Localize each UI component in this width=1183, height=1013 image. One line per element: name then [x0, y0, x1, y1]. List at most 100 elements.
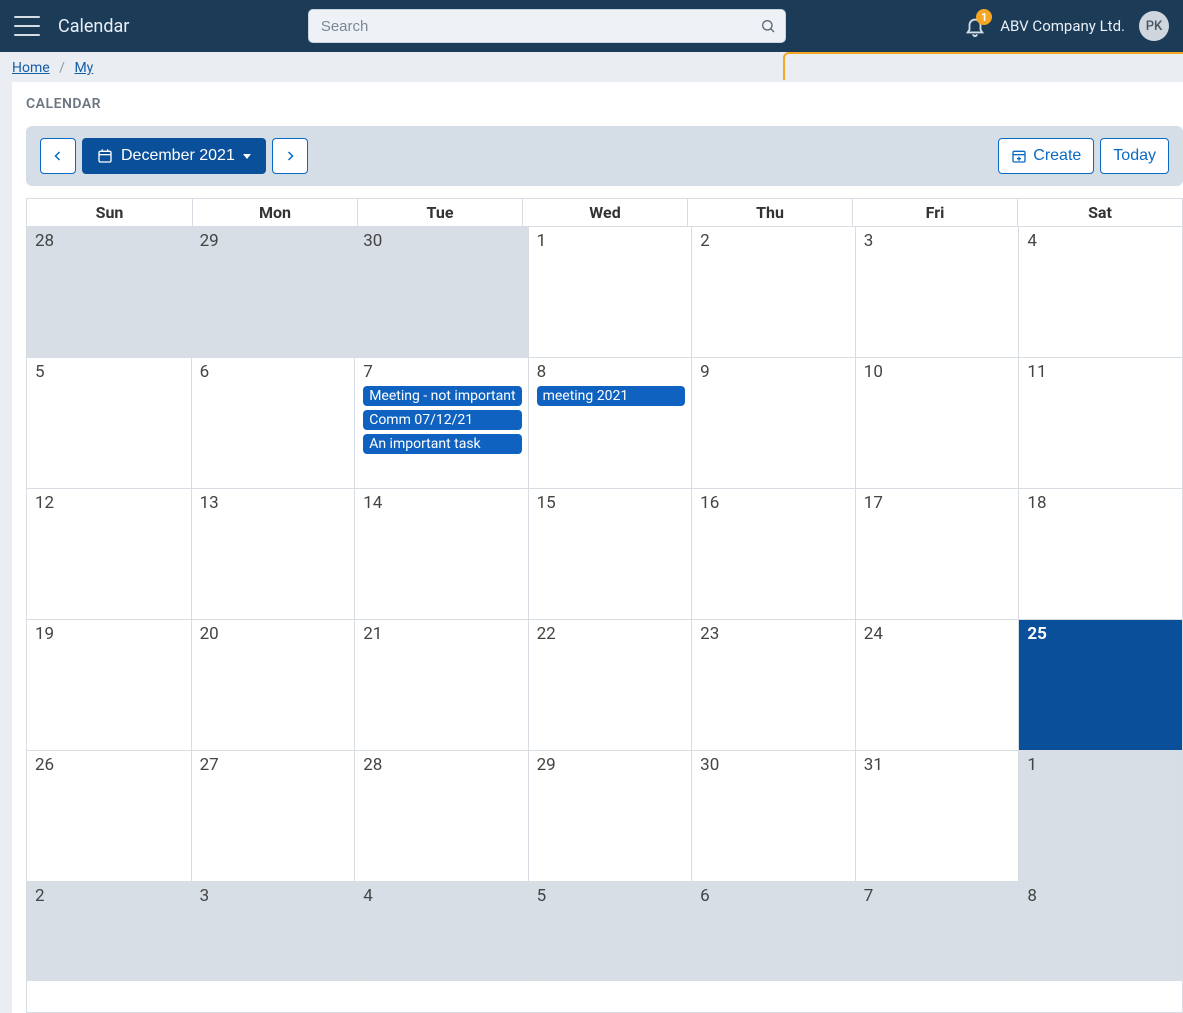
today-button[interactable]: Today [1100, 138, 1169, 174]
calendar-plus-icon [1011, 148, 1027, 164]
day-header: Fri [852, 199, 1017, 226]
page-title: CALENDAR [26, 96, 1183, 112]
calendar-day[interactable]: 5 [27, 357, 191, 488]
calendar-day[interactable]: 26 [27, 750, 191, 881]
calendar-day[interactable]: 25 [1018, 619, 1182, 750]
day-number: 2 [35, 886, 185, 906]
day-number: 27 [200, 755, 349, 775]
calendar-day[interactable]: 11 [1018, 357, 1182, 488]
calendar-day[interactable]: 20 [191, 619, 355, 750]
avatar[interactable]: PK [1139, 11, 1169, 41]
calendar-day[interactable]: 18 [1018, 488, 1182, 619]
day-header: Sat [1017, 199, 1182, 226]
next-button[interactable] [272, 138, 308, 174]
day-number: 16 [700, 493, 849, 513]
day-number: 9 [700, 362, 849, 382]
day-number: 5 [35, 362, 185, 382]
calendar-day[interactable]: 23 [691, 619, 855, 750]
day-number: 11 [1027, 362, 1176, 382]
day-number: 18 [1027, 493, 1176, 513]
calendar-day[interactable]: 29 [528, 750, 692, 881]
calendar-day[interactable]: 6 [191, 357, 355, 488]
company-name[interactable]: ABV Company Ltd. [1000, 17, 1125, 35]
calendar-day[interactable]: 15 [528, 488, 692, 619]
prev-button[interactable] [40, 138, 76, 174]
breadcrumb-home[interactable]: Home [12, 60, 50, 76]
calendar-day[interactable]: 21 [354, 619, 527, 750]
calendar-day[interactable]: 3 [191, 881, 355, 981]
calendar-day[interactable]: 19 [27, 619, 191, 750]
day-number: 8 [1027, 886, 1176, 906]
day-number: 6 [700, 886, 849, 906]
calendar-day[interactable]: 22 [528, 619, 692, 750]
search-icon[interactable] [760, 18, 776, 34]
menu-icon[interactable] [14, 16, 40, 36]
calendar-day[interactable]: 5 [528, 881, 692, 981]
today-label: Today [1113, 147, 1156, 165]
chevron-left-icon [52, 149, 64, 163]
day-number: 21 [363, 624, 521, 644]
calendar-day[interactable]: 7Meeting - not importantComm 07/12/21An … [354, 357, 527, 488]
calendar-day[interactable]: 2 [691, 226, 855, 357]
day-number: 6 [200, 362, 349, 382]
period-picker-button[interactable]: December 2021 [82, 138, 266, 174]
calendar-day[interactable]: 17 [855, 488, 1019, 619]
calendar-day[interactable]: 14 [354, 488, 527, 619]
calendar-day[interactable]: 16 [691, 488, 855, 619]
day-number: 30 [700, 755, 849, 775]
calendar-day[interactable]: 8meeting 2021 [528, 357, 692, 488]
day-header: Mon [192, 199, 357, 226]
calendar-day[interactable]: 4 [354, 881, 527, 981]
calendar-day[interactable]: 29 [191, 226, 355, 357]
calendar-event[interactable]: Meeting - not important [363, 386, 521, 406]
calendar-icon [97, 148, 113, 164]
day-number: 20 [200, 624, 349, 644]
calendar-day[interactable]: 3 [855, 226, 1019, 357]
day-number: 17 [864, 493, 1013, 513]
calendar-day[interactable]: 24 [855, 619, 1019, 750]
calendar-day[interactable]: 12 [27, 488, 191, 619]
app-title: Calendar [58, 16, 129, 37]
calendar-toolbar: December 2021 Create Today [26, 126, 1183, 186]
create-label: Create [1033, 147, 1081, 165]
calendar-day[interactable]: 6 [691, 881, 855, 981]
day-number: 2 [700, 231, 849, 251]
top-bar: Calendar 1 ABV Company Ltd. PK [0, 0, 1183, 52]
calendar-header-row: SunMonTueWedThuFriSat [27, 199, 1182, 226]
calendar-grid: SunMonTueWedThuFriSat 2829301234567Meeti… [26, 198, 1183, 1013]
day-number: 4 [1027, 231, 1176, 251]
calendar-event[interactable]: meeting 2021 [537, 386, 686, 406]
calendar-day[interactable]: 9 [691, 357, 855, 488]
calendar-event[interactable]: An important task [363, 434, 521, 454]
calendar-day[interactable]: 28 [27, 226, 191, 357]
day-number: 28 [363, 755, 521, 775]
calendar-day[interactable]: 1 [528, 226, 692, 357]
calendar-day[interactable]: 2 [27, 881, 191, 981]
day-number: 3 [200, 886, 349, 906]
create-button[interactable]: Create [998, 138, 1094, 174]
search-input[interactable] [308, 9, 786, 43]
day-number: 1 [537, 231, 686, 251]
day-number: 13 [200, 493, 349, 513]
breadcrumb-current[interactable]: My [74, 60, 93, 76]
calendar-day[interactable]: 4 [1018, 226, 1182, 357]
calendar-day[interactable]: 30 [354, 226, 527, 357]
calendar-day[interactable]: 10 [855, 357, 1019, 488]
calendar-event[interactable]: Comm 07/12/21 [363, 410, 521, 430]
calendar-day[interactable]: 13 [191, 488, 355, 619]
search-wrap [308, 9, 786, 43]
notifications-button[interactable]: 1 [964, 15, 986, 37]
calendar-day[interactable]: 28 [354, 750, 527, 881]
calendar-day[interactable]: 1 [1018, 750, 1182, 881]
breadcrumb: Home / My [0, 52, 1183, 82]
day-number: 30 [363, 231, 521, 251]
calendar-day[interactable]: 30 [691, 750, 855, 881]
day-number: 28 [35, 231, 185, 251]
calendar-day[interactable]: 7 [855, 881, 1019, 981]
day-header: Tue [357, 199, 522, 226]
calendar-day[interactable]: 27 [191, 750, 355, 881]
calendar-day[interactable]: 31 [855, 750, 1019, 881]
calendar-day[interactable]: 8 [1018, 881, 1182, 981]
day-header: Sun [27, 199, 192, 226]
calendar-body: 2829301234567Meeting - not importantComm… [27, 226, 1182, 1012]
